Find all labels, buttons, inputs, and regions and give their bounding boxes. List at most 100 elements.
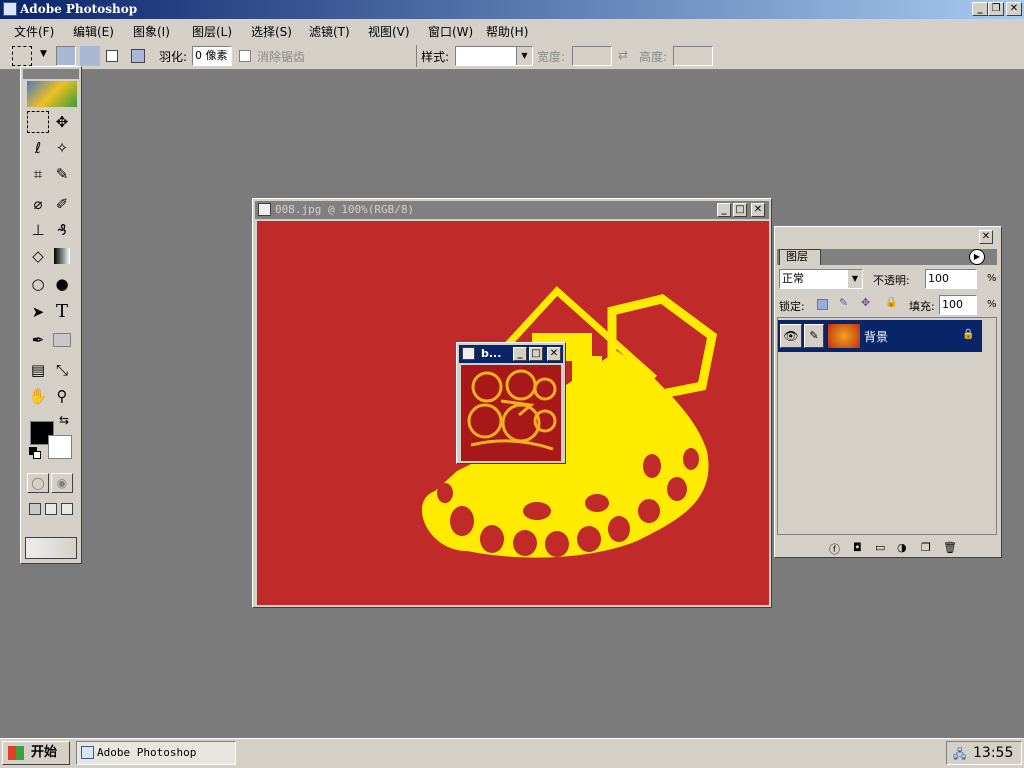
fu-papercut-thumbnail[interactable]: [461, 365, 561, 461]
zoom-tool-icon[interactable]: ⚲: [51, 385, 73, 407]
jump-to-imageready-icon[interactable]: [25, 537, 77, 559]
brush-tool-icon[interactable]: ✐: [51, 193, 73, 215]
menu-edit[interactable]: 编辑(E): [73, 23, 114, 40]
eyedropper-tool-icon[interactable]: ⤡: [51, 359, 73, 381]
eraser-tool-icon[interactable]: ◇: [27, 245, 49, 267]
default-colors-icon[interactable]: [29, 447, 41, 459]
opacity-input[interactable]: 100: [925, 269, 977, 289]
nav-maximize-button[interactable]: □: [529, 347, 543, 361]
menu-layer[interactable]: 图层(L): [192, 23, 232, 40]
palette-close-button[interactable]: ✕: [979, 230, 993, 244]
feather-input[interactable]: 0 像素: [192, 46, 232, 66]
crop-tool-icon[interactable]: ⌗: [27, 163, 49, 185]
swap-colors-icon[interactable]: ⇆: [59, 413, 69, 427]
doc-maximize-button[interactable]: □: [733, 203, 747, 217]
blend-mode-select[interactable]: 正常 ▼: [779, 269, 863, 289]
lock-position-icon[interactable]: ✥: [861, 296, 870, 309]
adobe-feather-logo[interactable]: [27, 81, 77, 107]
lasso-tool-icon[interactable]: ℓ: [27, 137, 49, 159]
hand-tool-icon[interactable]: ✋: [27, 385, 49, 407]
new-selection-icon[interactable]: [56, 46, 76, 66]
subtract-selection-icon[interactable]: [104, 46, 124, 66]
standard-mode-icon[interactable]: ◯: [27, 473, 49, 493]
tab-layers[interactable]: 图层: [779, 249, 821, 265]
layer-lock-icon: 🔒: [962, 329, 975, 340]
path-selection-icon[interactable]: ➤: [27, 301, 49, 323]
blend-dropdown-icon[interactable]: ▼: [848, 270, 862, 288]
rectangle-tool-icon[interactable]: [51, 329, 73, 351]
menu-filter[interactable]: 滤镜(T): [309, 23, 350, 40]
lock-all-icon[interactable]: 🔒: [885, 297, 897, 308]
layer-brush-icon[interactable]: ✎: [804, 324, 824, 348]
network-tray-icon[interactable]: 🖧: [953, 745, 966, 766]
document-icon: [258, 203, 271, 216]
clock[interactable]: 13:55: [973, 745, 1013, 761]
height-input[interactable]: [673, 46, 713, 66]
gradient-tool-icon[interactable]: [51, 245, 73, 267]
palette-titlebar[interactable]: [776, 228, 998, 246]
restore-button[interactable]: ❐: [988, 2, 1004, 16]
intersect-selection-icon[interactable]: [128, 46, 148, 66]
swap-dimensions-icon[interactable]: ⇄: [618, 48, 628, 62]
menu-bar: 文件(F) 编辑(E) 图象(I) 图层(L) 选择(S) 滤镜(T) 视图(V…: [0, 19, 1024, 43]
notes-tool-icon[interactable]: ▤: [27, 359, 49, 381]
blur-tool-icon[interactable]: ○: [27, 273, 49, 295]
doc-minimize-button[interactable]: _: [717, 203, 731, 217]
new-layer-icon[interactable]: ❐: [921, 541, 931, 554]
taskbar-photoshop-button[interactable]: Adobe Photoshop: [76, 741, 236, 765]
width-input[interactable]: [572, 46, 612, 66]
marquee-tool-icon[interactable]: [27, 111, 49, 133]
toolbox-titlebar[interactable]: [23, 69, 79, 79]
magic-wand-icon[interactable]: ✧: [51, 137, 73, 159]
marquee-preset-icon[interactable]: [12, 46, 32, 66]
options-divider: [416, 45, 417, 67]
start-button[interactable]: 开始: [2, 741, 70, 765]
menu-select[interactable]: 选择(S): [251, 23, 292, 40]
close-button[interactable]: ✕: [1006, 2, 1022, 16]
nav-minimize-button[interactable]: _: [513, 347, 527, 361]
fill-input[interactable]: 100: [939, 295, 977, 315]
adjustment-layer-icon[interactable]: ◑: [897, 541, 907, 554]
layer-row-background[interactable]: 👁 ✎ 背景 🔒: [778, 320, 982, 352]
nav-close-button[interactable]: ✕: [547, 347, 561, 361]
healing-brush-icon[interactable]: ⌀: [27, 193, 49, 215]
pen-tool-icon[interactable]: ✒: [27, 329, 49, 351]
minimize-button[interactable]: _: [972, 2, 988, 16]
menu-image[interactable]: 图象(I): [133, 23, 170, 40]
full-screen-menu-mode-icon[interactable]: [45, 503, 57, 515]
preset-dropdown-arrow-icon[interactable]: ▼: [40, 49, 47, 59]
menu-help[interactable]: 帮助(H): [486, 23, 528, 40]
full-screen-mode-icon[interactable]: [61, 503, 73, 515]
clone-stamp-icon[interactable]: ⊥: [27, 219, 49, 241]
add-selection-icon[interactable]: [80, 46, 100, 66]
blend-mode-value: 正常: [782, 272, 804, 285]
width-label: 宽度:: [537, 50, 566, 64]
lock-transparency-icon[interactable]: [817, 299, 828, 310]
layer-mask-icon[interactable]: ◘: [853, 541, 862, 554]
toolbox: ✥ ℓ ✧ ⌗ ✎ ⌀ ✐ ⊥ ₰ ◇ ○ ● ➤ T ✒ ▤ ⤡ ✋ ⚲ ⇆ …: [20, 66, 82, 564]
type-tool-icon[interactable]: T: [51, 301, 73, 323]
document-title-bar[interactable]: 008.jpg @ 100%(RGB/8): [255, 201, 769, 219]
style-dropdown-icon[interactable]: ▼: [516, 47, 532, 65]
doc-close-button[interactable]: ✕: [751, 203, 765, 217]
quick-mask-icon[interactable]: ◉: [51, 473, 73, 493]
menu-file[interactable]: 文件(F): [14, 23, 54, 40]
layer-thumbnail[interactable]: [828, 324, 860, 348]
new-group-icon[interactable]: ▭: [875, 541, 885, 554]
slice-tool-icon[interactable]: ✎: [51, 163, 73, 185]
dodge-tool-icon[interactable]: ●: [51, 273, 73, 295]
standard-screen-mode-icon[interactable]: [29, 503, 41, 515]
lock-image-icon[interactable]: ✎: [839, 296, 848, 309]
menu-view[interactable]: 视图(V): [368, 23, 410, 40]
layer-style-icon[interactable]: ⓕ: [829, 541, 840, 557]
palette-menu-icon[interactable]: ▶: [969, 249, 985, 265]
background-color-swatch[interactable]: [48, 435, 72, 459]
menu-window[interactable]: 窗口(W): [428, 23, 473, 40]
layer-visibility-eye-icon[interactable]: 👁: [780, 324, 802, 348]
delete-layer-icon[interactable]: 🗑: [943, 541, 957, 554]
antialias-checkbox[interactable]: [239, 50, 251, 62]
history-brush-icon[interactable]: ₰: [51, 219, 73, 241]
style-select[interactable]: ▼: [455, 46, 533, 66]
system-tray: 🖧 13:55: [946, 741, 1022, 765]
move-tool-icon[interactable]: ✥: [51, 111, 73, 133]
